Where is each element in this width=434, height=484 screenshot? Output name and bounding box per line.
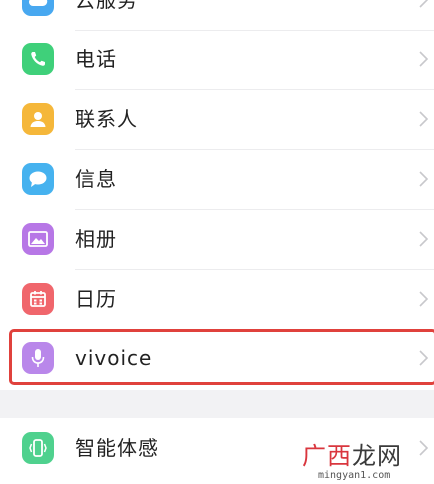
album-icon (22, 223, 54, 255)
settings-item-contacts[interactable]: 联系人 (0, 89, 434, 149)
settings-item-cloud[interactable]: 云服务 (0, 0, 434, 30)
watermark-logo: 广西龙网 (302, 436, 402, 471)
chevron-right-icon (419, 0, 429, 8)
chevron-right-icon (419, 111, 429, 127)
settings-item-album[interactable]: 相册 (0, 209, 434, 269)
calendar-icon (22, 283, 54, 315)
settings-item-phone[interactable]: 电话 (0, 29, 434, 89)
chevron-right-icon (419, 291, 429, 307)
chevron-right-icon (419, 171, 429, 187)
smart-motion-icon (22, 432, 54, 464)
settings-item-calendar[interactable]: 日历 (0, 269, 434, 329)
settings-item-label: 信息 (75, 167, 117, 191)
highlight-box (9, 329, 434, 385)
contact-icon (22, 103, 54, 135)
message-icon (22, 163, 54, 195)
settings-item-label: 电话 (75, 47, 117, 71)
settings-item-label: 相册 (75, 227, 117, 251)
chevron-right-icon (419, 51, 429, 67)
settings-item-label: 云服务 (75, 0, 138, 12)
watermark-logo-part1: 广西 (302, 442, 352, 470)
cloud-icon (22, 0, 54, 16)
chevron-right-icon (419, 440, 429, 456)
settings-item-label: 智能体感 (75, 436, 159, 460)
settings-item-label: 联系人 (75, 107, 138, 131)
settings-item-label: 日历 (75, 287, 117, 311)
watermark-logo-part2: 龙网 (352, 442, 402, 470)
settings-item-messages[interactable]: 信息 (0, 149, 434, 209)
watermark-url: mingyan1.com (318, 470, 391, 481)
chevron-right-icon (419, 231, 429, 247)
phone-icon (22, 43, 54, 75)
